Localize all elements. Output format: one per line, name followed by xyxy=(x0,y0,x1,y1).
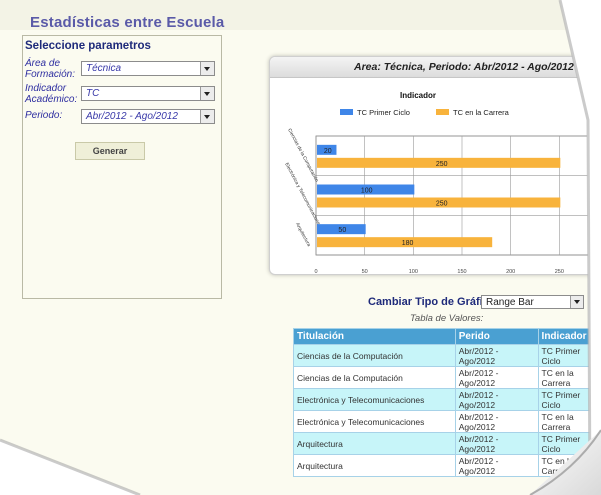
table-row: Electrónica y Telecomunicaciones Abr/2012… xyxy=(293,410,601,433)
area-formacion-value: Técnica xyxy=(86,63,122,74)
field-indicador-academico: Indicador Académico: TC xyxy=(25,83,219,105)
data-label: 50 xyxy=(338,227,346,234)
chart-title: Indicador xyxy=(400,91,436,100)
chart-type-select[interactable]: Range Bar xyxy=(481,295,584,309)
table-row: Ciencias de la Computación Abr/2012 - Ago… xyxy=(293,344,601,367)
plot-border xyxy=(315,135,601,256)
titulacion-cell: Ciencias de la Computación xyxy=(293,366,456,389)
x-tick-label: 0 xyxy=(314,269,317,274)
bar-chart: Indicador TC Primer Ciclo TC en la Carrer… xyxy=(283,91,601,274)
column-header-perido: Perido xyxy=(454,328,539,345)
chevron-down-icon[interactable] xyxy=(200,110,214,123)
titulacion-cell: Ciencias de la Computación xyxy=(293,344,456,367)
chart-plot-area: 0 50 100 150 200 250Ciencias de la Computació… xyxy=(283,128,601,274)
titulacion-cell: Arquitectura xyxy=(293,454,456,477)
data-label: 250 xyxy=(436,161,448,168)
page-title: Estadísticas entre Escuela xyxy=(30,14,225,31)
titulacion-cell: Arquitectura xyxy=(293,432,456,455)
indicador-academico-label: Indicador Académico: xyxy=(25,83,78,105)
chevron-down-icon[interactable] xyxy=(200,62,214,75)
legend-swatch xyxy=(340,109,353,115)
area-formacion-label: Área de Formación: xyxy=(25,58,76,80)
chart-legend: TC Primer Ciclo TC en la Carrera xyxy=(340,108,510,117)
legend-label: TC Primer Ciclo xyxy=(357,108,410,117)
indicador-academico-select[interactable]: TC xyxy=(81,86,215,101)
indicador-cell: TC en la Carrera xyxy=(537,454,601,477)
chevron-down-icon[interactable] xyxy=(200,87,214,100)
perido-cell: Abr/2012 - Ago/2012 xyxy=(454,344,539,367)
table-caption: Tabla de Valores: xyxy=(410,313,484,324)
titulacion-cell: Electrónica y Telecomunicaciones xyxy=(293,388,456,411)
x-tick-label: 100 xyxy=(409,269,418,274)
x-tick-label: 200 xyxy=(506,269,515,274)
data-label: 20 xyxy=(324,148,332,155)
chart-type-label: Cambiar Tipo de Gráfica: xyxy=(368,296,499,308)
values-table: Titulación Perido Indicador Ciencias de … xyxy=(293,328,601,477)
perido-cell: Abr/2012 - Ago/2012 xyxy=(454,388,539,411)
data-label: 250 xyxy=(436,201,448,208)
column-header-titulacion: Titulación xyxy=(293,328,456,345)
indicador-cell: TC Primer Ciclo xyxy=(537,344,601,367)
area-formacion-select[interactable]: Técnica xyxy=(81,61,215,76)
legend-swatch xyxy=(436,109,449,115)
field-periodo: Periodo: Abr/2012 - Ago/2012 xyxy=(25,108,219,128)
field-area-formacion: Área de Formación: Técnica xyxy=(25,58,219,80)
indicador-cell: TC en la Carrera xyxy=(537,410,601,433)
perido-cell: Abr/2012 - Ago/2012 xyxy=(454,432,539,455)
indicador-cell: TC Primer Ciclo xyxy=(537,432,601,455)
x-tick-label: 50 xyxy=(362,269,368,274)
periodo-label: Periodo: xyxy=(25,110,63,121)
filter-panel-header: Seleccione parametros xyxy=(25,40,151,52)
chart-panel-title: Area: Técnica, Periodo: Abr/2012 - Ago/2… xyxy=(354,61,574,73)
perido-cell: Abr/2012 - Ago/2012 xyxy=(454,454,539,477)
page-canvas: Estadísticas entre Escuela Seleccione pa… xyxy=(0,0,601,495)
x-tick-label: 150 xyxy=(457,269,466,274)
chevron-down-icon[interactable] xyxy=(570,296,583,308)
table-row: Ciencias de la Computación Abr/2012 - Ago… xyxy=(293,366,601,389)
column-header-indicador: Indicador xyxy=(537,328,601,345)
table-row: Arquitectura Abr/2012 - Ago/2012 TC Primer… xyxy=(293,432,601,455)
x-tick-label: 250 xyxy=(555,269,564,274)
generate-button[interactable]: Generar xyxy=(75,142,145,160)
table-header-row: Titulación Perido Indicador xyxy=(293,328,601,345)
indicador-academico-value: TC xyxy=(86,88,100,99)
indicador-cell: TC Primer Ciclo xyxy=(537,388,601,411)
periodo-select[interactable]: Abr/2012 - Ago/2012 xyxy=(81,109,215,124)
y-tick-label: Arquitectura xyxy=(294,222,312,248)
data-label: 180 xyxy=(402,240,414,247)
perido-cell: Abr/2012 - Ago/2012 xyxy=(454,366,539,389)
table-row: Arquitectura Abr/2012 - Ago/2012 TC en la … xyxy=(293,454,601,477)
perido-cell: Abr/2012 - Ago/2012 xyxy=(454,410,539,433)
periodo-value: Abr/2012 - Ago/2012 xyxy=(86,111,178,122)
indicador-cell: TC en la Carrera xyxy=(537,366,601,389)
titulacion-cell: Electrónica y Telecomunicaciones xyxy=(293,410,456,433)
chart-panel-header: Area: Técnica, Periodo: Abr/2012 - Ago/2… xyxy=(270,57,601,78)
table-row: Electrónica y Telecomunicaciones Abr/2012… xyxy=(293,388,601,411)
data-label: 100 xyxy=(361,188,373,195)
legend-label: TC en la Carrera xyxy=(453,108,510,117)
filter-panel: Seleccione parametros Área de Formación:… xyxy=(22,35,222,299)
chart-type-value: Range Bar xyxy=(486,297,534,308)
chart-panel: Area: Técnica, Periodo: Abr/2012 - Ago/2… xyxy=(269,56,601,275)
